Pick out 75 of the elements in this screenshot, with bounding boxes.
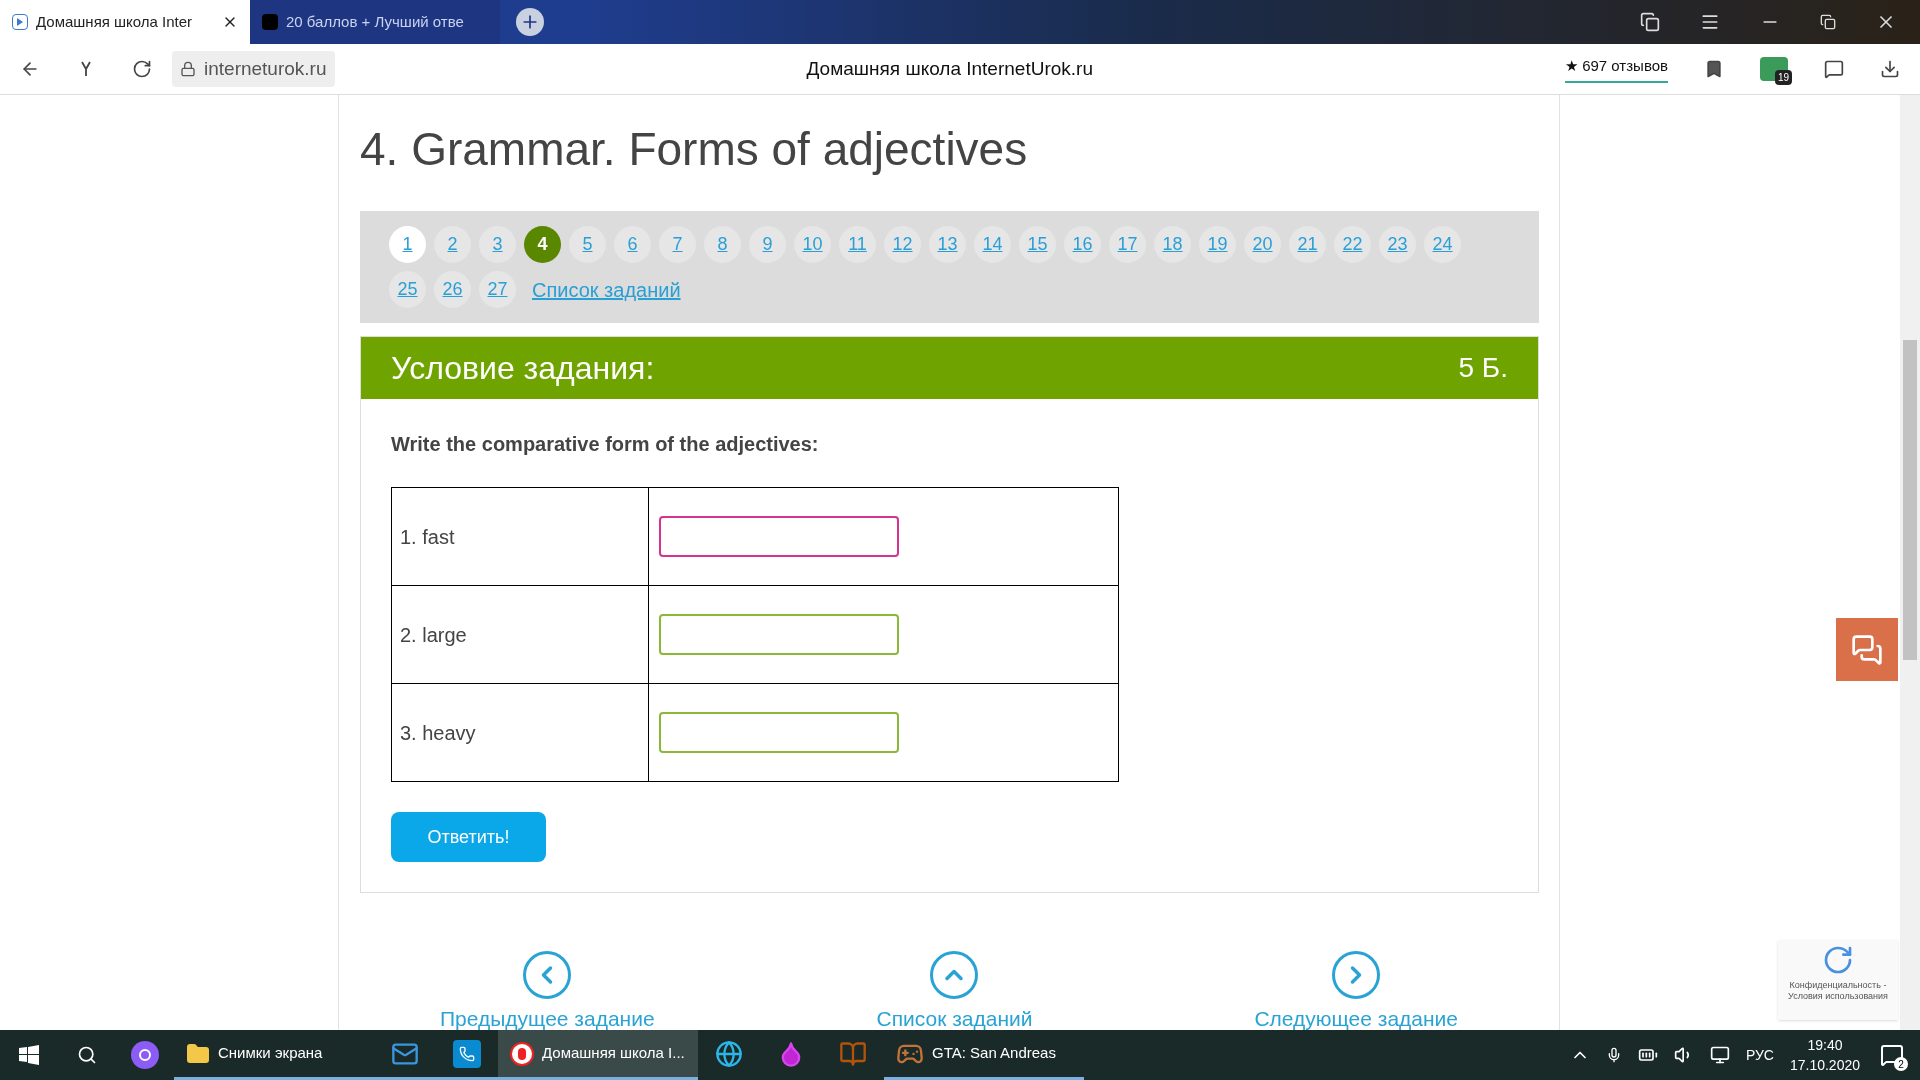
page-number-link[interactable]: 11 [839, 226, 876, 263]
page-title: Домашняя школа InternetUrok.ru [806, 56, 1093, 81]
page-number-link[interactable]: 9 [749, 226, 786, 263]
task-list-link[interactable]: Список заданий [532, 274, 681, 305]
page-number-link[interactable]: 20 [1244, 226, 1281, 263]
page-number-link[interactable]: 12 [884, 226, 921, 263]
menu-icon[interactable] [1700, 12, 1720, 32]
site-logo-icon [262, 14, 278, 30]
tabs-icon[interactable] [1640, 12, 1660, 32]
language-indicator[interactable]: РУС [1745, 1044, 1774, 1066]
answer-field[interactable] [659, 516, 899, 557]
browser-logo-icon [510, 1041, 534, 1066]
page-number-link[interactable]: 10 [794, 226, 831, 263]
bookmark-icon[interactable] [1704, 59, 1724, 79]
reload-icon[interactable] [132, 59, 152, 79]
page-heading: 4. Grammar. Forms of adjectives [360, 122, 1029, 177]
refresh-arrows-icon [1822, 944, 1854, 976]
page-number-link[interactable]: 25 [389, 271, 426, 308]
chat-app-icon [453, 1039, 481, 1068]
page-number-link[interactable]: 17 [1109, 226, 1146, 263]
answer-field[interactable] [659, 712, 899, 753]
folder-icon [186, 1041, 210, 1066]
chevron-right-icon[interactable] [1332, 951, 1381, 999]
page-number-link[interactable]: 8 [704, 226, 741, 263]
navigation-link[interactable]: Следующее задание [1254, 1003, 1458, 1030]
browser-tab[interactable]: 20 баллов + Лучший отве [250, 0, 500, 44]
page-number-link[interactable]: 19 [1199, 226, 1236, 263]
notification-button[interactable]: 2 [1876, 1039, 1908, 1071]
page-number-link[interactable]: 3 [479, 226, 516, 263]
network-icon[interactable] [1709, 1045, 1730, 1065]
table-cell: 1. fast [391, 487, 649, 586]
book-icon [839, 1039, 867, 1068]
page-number-link[interactable]: 16 [1064, 226, 1101, 263]
rating-badge[interactable]: ★ 697 отзывов [1565, 54, 1668, 84]
page-number-link[interactable]: 22 [1334, 226, 1371, 263]
navigation-link[interactable]: Список заданий [876, 1003, 1033, 1030]
page-number-link[interactable]: 6 [614, 226, 651, 263]
page-number-link[interactable]: 14 [974, 226, 1011, 263]
chat-icon[interactable] [1824, 59, 1844, 79]
recaptcha-badge[interactable]: Конфиденциальность - Условия использования [1778, 940, 1898, 1020]
page-number-link[interactable]: 27 [479, 271, 516, 308]
page-number-link[interactable]: 21 [1289, 226, 1326, 263]
navigation-link[interactable]: Предыдущее задание [440, 1003, 655, 1030]
play-icon [12, 14, 28, 30]
chat-widget-button[interactable] [1836, 618, 1898, 681]
page-number-link[interactable]: 26 [434, 271, 471, 308]
lock-icon [180, 61, 196, 77]
page-number-link[interactable]: 4 [524, 226, 561, 263]
taskbar-app-button[interactable]: GTA: San Andreas [884, 1030, 1084, 1080]
task-header-title: Условие задания: [391, 349, 655, 388]
chevron-left-icon[interactable] [523, 951, 572, 999]
table-cell: 3. heavy [391, 683, 649, 782]
restore-icon[interactable] [1820, 14, 1836, 30]
table-cell: 2. large [391, 585, 649, 684]
page-number-link[interactable]: 15 [1019, 226, 1056, 263]
task-instruction: Write the comparative form of the adjectives: [391, 432, 820, 457]
page-number-link[interactable]: 7 [659, 226, 696, 263]
page-number-link[interactable]: 1 [389, 226, 426, 263]
taskbar-app-button[interactable]: Домашняя школа I... [498, 1030, 698, 1080]
globe-icon [715, 1039, 743, 1068]
page-number-link[interactable]: 24 [1424, 226, 1461, 263]
chat-bubbles-icon[interactable] [1851, 633, 1883, 666]
taskbar-app-button[interactable]: Снимки экрана [174, 1030, 374, 1080]
url-field[interactable]: interneturok.ru [172, 50, 335, 88]
page-number-link[interactable]: 2 [434, 226, 471, 263]
download-icon[interactable] [1880, 59, 1900, 79]
page-number-link[interactable]: 18 [1154, 226, 1191, 263]
task-points: 5 Б. [1458, 351, 1508, 385]
page-number-link[interactable]: 23 [1379, 226, 1416, 263]
clock[interactable]: 19:40 17.10.2020 [1789, 1035, 1860, 1075]
answer-field[interactable] [659, 614, 899, 655]
page-number-link[interactable]: 13 [929, 226, 966, 263]
browser-tab[interactable]: Домашняя школа Inter [0, 0, 250, 44]
page-number-link[interactable]: 5 [569, 226, 606, 263]
submit-button[interactable]: Ответить! [391, 812, 546, 862]
